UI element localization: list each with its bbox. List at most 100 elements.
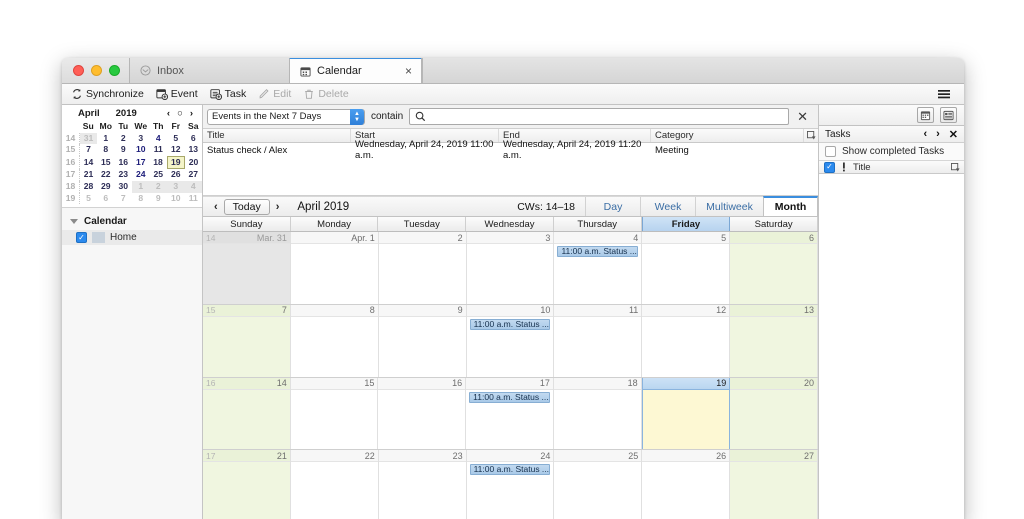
month-day-cell[interactable]: 8: [291, 305, 379, 377]
triangle-down-icon[interactable]: [70, 219, 78, 224]
mini-calendar-day[interactable]: 5: [167, 133, 185, 145]
next-period-button[interactable]: ›: [270, 201, 286, 213]
mini-calendar-day[interactable]: 17: [132, 156, 150, 169]
mini-calendar-day[interactable]: 11: [150, 144, 168, 156]
month-week-number[interactable]: 16: [206, 378, 215, 388]
mini-calendar-day[interactable]: 3: [132, 133, 150, 145]
month-day-cell[interactable]: 11: [554, 305, 642, 377]
mini-calendar-day[interactable]: 5: [80, 193, 98, 205]
calendar-event-chip[interactable]: 11:00 a.m. Status ...: [470, 464, 551, 475]
mini-calendar-day[interactable]: 12: [167, 144, 185, 156]
tab-month-view[interactable]: Month: [763, 196, 818, 216]
mini-calendar-week-number[interactable]: 17: [62, 169, 80, 181]
month-day-cell[interactable]: 18: [554, 378, 642, 450]
new-event-button[interactable]: Event: [151, 87, 203, 101]
month-day-cell[interactable]: 25: [554, 450, 642, 519]
priority-icon[interactable]: [841, 162, 847, 172]
weekday-header-tuesday[interactable]: Tuesday: [378, 217, 466, 231]
close-search-icon[interactable]: ✕: [795, 109, 814, 125]
mini-calendar-day[interactable]: 9: [115, 144, 133, 156]
weekday-header-friday[interactable]: Friday: [642, 217, 731, 231]
mini-calendar-day[interactable]: 2: [150, 181, 168, 193]
mini-calendar-day[interactable]: 30: [115, 181, 133, 193]
month-week-number[interactable]: 17: [206, 451, 215, 461]
mini-calendar-week-number[interactable]: 19: [62, 193, 80, 205]
mini-calendar-day[interactable]: 27: [185, 169, 203, 181]
mini-calendar-day[interactable]: 23: [115, 169, 133, 181]
new-task-button[interactable]: Task: [205, 87, 252, 101]
month-day-cell[interactable]: 1711:00 a.m. Status ...: [466, 378, 554, 450]
month-day-cell[interactable]: 9: [379, 305, 467, 377]
mini-calendar-today-button[interactable]: ○: [177, 108, 183, 119]
mini-calendar-day[interactable]: 10: [132, 144, 150, 156]
column-chooser-icon[interactable]: [951, 163, 960, 172]
month-day-cell[interactable]: 16: [378, 378, 466, 450]
tasks-close-button[interactable]: ✕: [949, 128, 958, 141]
month-day-cell[interactable]: 20: [730, 378, 818, 450]
mini-calendar-day[interactable]: 31: [80, 133, 98, 145]
table-row[interactable]: Status check / Alex Wednesday, April 24,…: [203, 143, 818, 157]
tasks-column-title[interactable]: Title: [853, 162, 945, 173]
tasks-list-body[interactable]: [819, 174, 964, 519]
weekday-header-thursday[interactable]: Thursday: [554, 217, 642, 231]
tab-inbox[interactable]: Inbox: [129, 58, 289, 83]
tab-day-view[interactable]: Day: [585, 197, 640, 216]
minimize-window-button[interactable]: [91, 65, 102, 76]
mini-calendar-day[interactable]: 16: [115, 156, 133, 169]
calendar-item-checkbox[interactable]: ✓: [76, 232, 87, 243]
month-day-cell[interactable]: 23: [379, 450, 467, 519]
month-day-cell[interactable]: 22: [291, 450, 379, 519]
synchronize-button[interactable]: Synchronize: [66, 87, 149, 101]
mini-calendar-day[interactable]: 26: [167, 169, 185, 181]
month-day-cell[interactable]: 1614: [203, 378, 291, 450]
mini-calendar-day[interactable]: 2: [115, 133, 133, 145]
mini-calendar-day[interactable]: 8: [97, 144, 115, 156]
hamburger-menu-icon[interactable]: [937, 88, 957, 100]
calendar-event-chip[interactable]: 11:00 a.m. Status ...: [469, 392, 550, 403]
mini-calendar-next-button[interactable]: ›: [190, 108, 193, 119]
mini-calendar-day[interactable]: 7: [115, 193, 133, 205]
column-chooser-icon[interactable]: [804, 129, 818, 142]
mini-calendar-day[interactable]: 10: [167, 193, 185, 205]
mini-calendar-prev-button[interactable]: ‹: [167, 108, 170, 119]
month-day-cell[interactable]: 6: [730, 232, 818, 304]
mini-calendar-day[interactable]: 11: [185, 193, 203, 205]
weekday-header-monday[interactable]: Monday: [291, 217, 379, 231]
month-day-cell[interactable]: 3: [467, 232, 555, 304]
month-day-cell[interactable]: 12: [642, 305, 730, 377]
month-day-cell[interactable]: 5: [642, 232, 730, 304]
month-day-cell[interactable]: 13: [730, 305, 818, 377]
month-day-cell[interactable]: 1011:00 a.m. Status ...: [467, 305, 555, 377]
mini-calendar-day[interactable]: 9: [150, 193, 168, 205]
tab-calendar[interactable]: Calendar ×: [289, 58, 422, 83]
mini-calendar-day[interactable]: 6: [185, 133, 203, 145]
calendar-view-icon[interactable]: [917, 107, 934, 123]
mini-calendar-day[interactable]: 14: [80, 156, 98, 169]
mini-calendar-day[interactable]: 20: [185, 156, 203, 169]
month-day-cell[interactable]: 27: [730, 450, 818, 519]
previous-period-button[interactable]: ‹: [208, 201, 224, 213]
mini-calendar-day[interactable]: 15: [97, 156, 115, 169]
mini-calendar-day[interactable]: 28: [80, 181, 98, 193]
maximize-window-button[interactable]: [109, 65, 120, 76]
mini-calendar-week-number[interactable]: 15: [62, 144, 80, 156]
mini-calendar-day[interactable]: 8: [132, 193, 150, 205]
close-window-button[interactable]: [73, 65, 84, 76]
mini-calendar-day[interactable]: 6: [97, 193, 115, 205]
mini-calendar-day[interactable]: 18: [150, 156, 168, 169]
month-day-cell[interactable]: 15: [291, 378, 379, 450]
mini-calendar-day[interactable]: 21: [80, 169, 98, 181]
month-week-number[interactable]: 14: [206, 233, 215, 243]
month-day-cell-today[interactable]: 19: [642, 378, 731, 450]
weekday-header-wednesday[interactable]: Wednesday: [466, 217, 554, 231]
calendar-item-home[interactable]: ✓ Home: [62, 230, 202, 245]
month-day-cell[interactable]: 1721: [203, 450, 291, 519]
tasks-complete-checkbox[interactable]: ✓: [824, 162, 835, 173]
mini-calendar-day[interactable]: 29: [97, 181, 115, 193]
column-header-category[interactable]: Category: [651, 129, 804, 142]
mini-calendar-day-today[interactable]: 19: [167, 156, 185, 169]
calendar-event-chip[interactable]: 11:00 a.m. Status ...: [470, 319, 551, 330]
mini-calendar-day[interactable]: 3: [167, 181, 185, 193]
filter-dropdown[interactable]: Events in the Next 7 Days ▲▼: [207, 109, 365, 125]
month-day-cell[interactable]: 411:00 a.m. Status ...: [554, 232, 642, 304]
